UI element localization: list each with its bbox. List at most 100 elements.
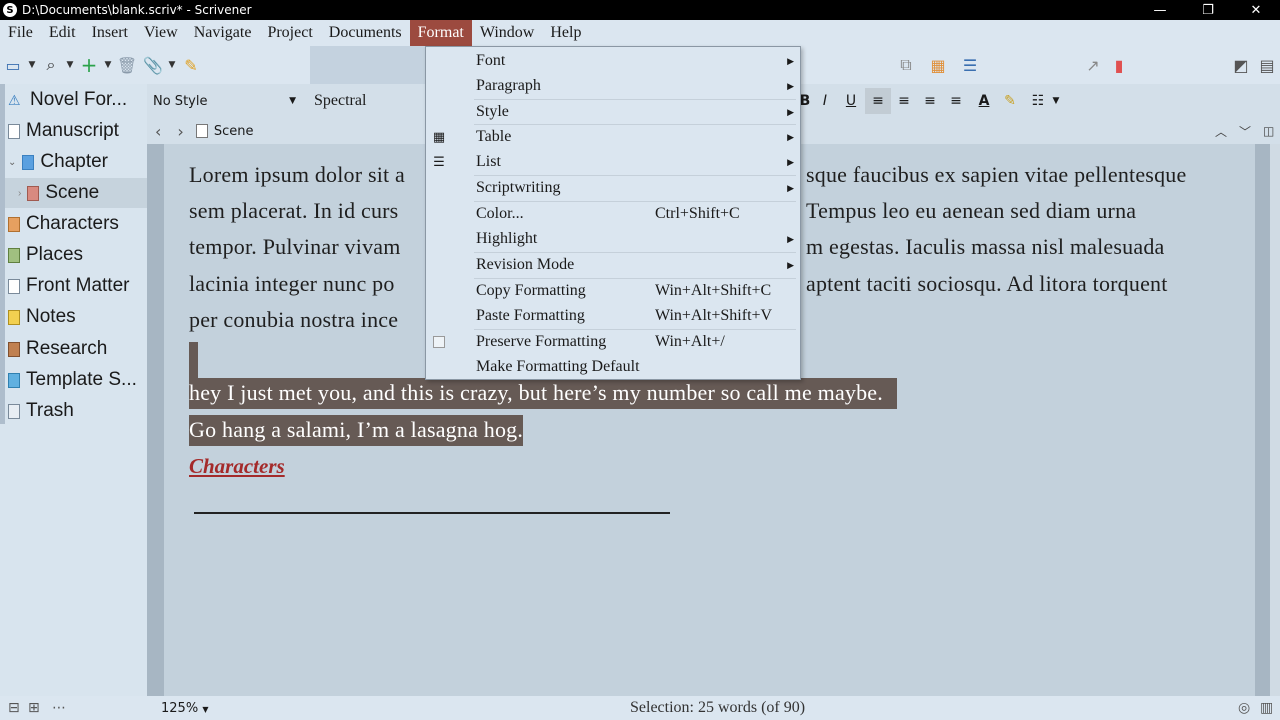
text-color-button[interactable]: A (971, 88, 997, 114)
menu-item-label: Paragraph (476, 77, 541, 94)
menu-format[interactable]: Format (409, 20, 472, 46)
font-dropdown[interactable]: Spectral (314, 92, 366, 110)
binder-item-scene[interactable]: › Scene (5, 178, 147, 208)
menu-item-revision-mode[interactable]: Revision Mode ▶ (426, 253, 800, 277)
italic-button[interactable]: I (812, 88, 838, 114)
align-right-button[interactable]: ≡ (943, 88, 969, 114)
binder-item-chapter[interactable]: ⌄ Chapter (8, 147, 108, 177)
notes-icon (8, 309, 20, 325)
more-options-icon[interactable]: ⋯ (52, 700, 66, 716)
menu-item-label: Scriptwriting (476, 179, 561, 196)
menu-item-scriptwriting[interactable]: Scriptwriting ▶ (426, 176, 800, 200)
menu-item-make-formatting-default[interactable]: Make Formatting Default (426, 355, 800, 379)
attachment-icon[interactable]: 📎 (140, 52, 166, 78)
chevron-down-icon[interactable]: ▼ (1043, 88, 1069, 114)
chevron-down-icon[interactable]: ▼ (64, 60, 76, 70)
menu-documents[interactable]: Documents (321, 20, 410, 46)
status-bar: ⊟ ⊞ ⋯ 125% ▼ Selection: 25 words (of 90)… (0, 696, 1280, 720)
menu-file[interactable]: File (0, 20, 41, 46)
checkbox-icon[interactable] (433, 336, 445, 348)
menu-item-shortcut: Ctrl+Shift+C (655, 205, 740, 222)
menu-item-copy-formatting[interactable]: Copy Formatting Win+Alt+Shift+C (426, 279, 800, 303)
align-center-button[interactable]: ≡ (891, 88, 917, 114)
menu-item-label: Highlight (476, 230, 538, 247)
chevron-down-icon[interactable]: ▼ (102, 60, 114, 70)
binder-item-places[interactable]: Places (8, 240, 83, 270)
menu-item-label: Preserve Formatting (476, 333, 607, 350)
window-title: D:\Documents\blank.scriv* - Scrivener (22, 3, 252, 17)
vertical-scrollbar[interactable] (1270, 144, 1280, 696)
binder-item-label: Scene (45, 182, 100, 203)
menu-item-style[interactable]: Style ▶ (426, 100, 800, 124)
menu-item-highlight[interactable]: Highlight ▶ (426, 227, 800, 251)
forward-arrow-icon[interactable]: › (177, 122, 183, 141)
split-view-icon[interactable]: ◫ (1263, 124, 1274, 138)
manuscript-icon (8, 123, 20, 139)
menu-item-paste-formatting[interactable]: Paste Formatting Win+Alt+Shift+V (426, 304, 800, 328)
menu-item-font[interactable]: Font ▶ (426, 49, 800, 73)
menu-item-preserve-formatting[interactable]: Preserve Formatting Win+Alt+/ (426, 330, 800, 354)
folder-icon[interactable]: ⊟ (8, 700, 20, 716)
compose-icon[interactable]: ▤ (1254, 52, 1280, 78)
underline-button[interactable]: U (838, 88, 864, 114)
edit-icon[interactable]: ✎ (178, 52, 204, 78)
search-icon[interactable]: ⌕ (38, 52, 64, 78)
maximize-button[interactable]: ❐ (1184, 3, 1232, 18)
menu-view[interactable]: View (136, 20, 186, 46)
chevron-down-icon[interactable]: ﹀ (1239, 123, 1251, 140)
binder-item-research[interactable]: Research (8, 334, 107, 364)
chevron-down-icon[interactable]: ▼ (166, 60, 178, 70)
submenu-arrow-icon: ▶ (787, 131, 794, 142)
binder-item-notes[interactable]: Notes (8, 302, 76, 332)
menu-item-color[interactable]: Color... Ctrl+Shift+C (426, 202, 800, 226)
back-arrow-icon[interactable]: ‹ (155, 122, 161, 141)
trash-icon[interactable]: 🗑 (114, 52, 140, 78)
submenu-arrow-icon: ▶ (787, 259, 794, 270)
menu-item-label: Color... (476, 205, 524, 222)
align-justify-button[interactable]: ≡ (917, 88, 943, 114)
research-icon (8, 341, 20, 357)
corkboard-icon[interactable]: ▦ (925, 52, 951, 78)
split-icon[interactable]: ▥ (1260, 700, 1273, 716)
selection-cursor-block (189, 342, 198, 378)
inspector-icon[interactable]: ◩ (1228, 52, 1254, 78)
binder-item-trash[interactable]: Trash (8, 396, 74, 426)
text-line: Lorem ipsum dolor sit a (189, 162, 406, 187)
menu-edit[interactable]: Edit (41, 20, 84, 46)
document-title[interactable]: Scene (214, 124, 254, 139)
highlight-icon[interactable]: ✎ (997, 88, 1023, 114)
menu-window[interactable]: Window (472, 20, 542, 46)
menu-item-list[interactable]: ☰ List ▶ (426, 150, 800, 174)
align-left-button[interactable]: ≡ (865, 88, 891, 114)
menu-project[interactable]: Project (259, 20, 320, 46)
menu-navigate[interactable]: Navigate (186, 20, 260, 46)
minimize-button[interactable]: — (1136, 3, 1184, 18)
outline-icon[interactable]: ☰ (957, 52, 983, 78)
copy-icon[interactable]: ⧉ (893, 52, 919, 78)
binder-item-template-sheets[interactable]: Template S... (8, 365, 137, 395)
zoom-dropdown[interactable]: 125% ▼ (161, 701, 208, 716)
binder-toggle-icon[interactable]: ▭ (0, 52, 26, 78)
add-document-icon[interactable]: ⊞ (28, 700, 40, 716)
menu-item-paragraph[interactable]: Paragraph ▶ (426, 74, 800, 98)
chevron-down-icon[interactable]: ⌄ (8, 157, 16, 168)
target-icon[interactable]: ◎ (1238, 700, 1250, 716)
menu-insert[interactable]: Insert (84, 20, 136, 46)
chevron-down-icon[interactable]: ▼ (26, 60, 38, 70)
style-dropdown[interactable]: No Style ▼ (147, 88, 304, 114)
chevron-right-icon[interactable]: › (18, 188, 21, 199)
binder-item-manuscript[interactable]: Manuscript (8, 116, 119, 146)
binder-item-novel-format[interactable]: ⚠ Novel For... (8, 85, 127, 115)
chevron-up-icon[interactable]: ︿ (1215, 123, 1227, 140)
characters-link[interactable]: Characters (189, 454, 285, 479)
add-icon[interactable]: + (76, 52, 102, 78)
menu-help[interactable]: Help (542, 20, 589, 46)
binder-item-characters[interactable]: Characters (8, 209, 119, 239)
submenu-arrow-icon: ▶ (787, 106, 794, 117)
share-icon[interactable]: ↗ (1080, 52, 1106, 78)
menu-item-table[interactable]: ▦ Table ▶ (426, 125, 800, 149)
close-button[interactable]: ✕ (1232, 3, 1280, 18)
bookmark-icon[interactable]: ▮ (1106, 52, 1132, 78)
front-matter-icon (8, 278, 20, 294)
binder-item-front-matter[interactable]: Front Matter (8, 271, 129, 301)
